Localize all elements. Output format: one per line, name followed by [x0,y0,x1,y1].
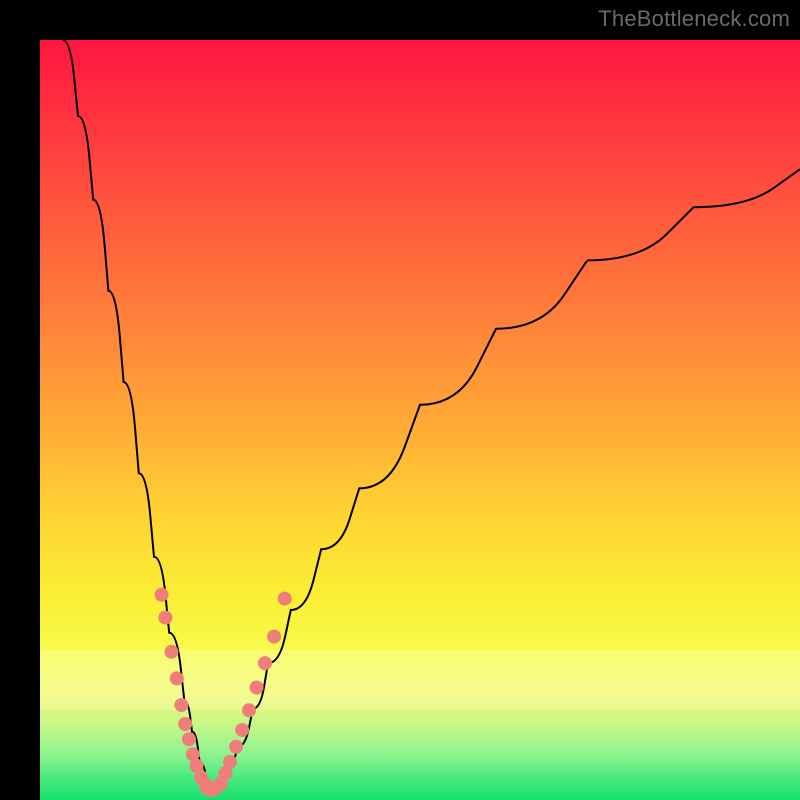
data-points-group [155,588,292,797]
plot-area [40,40,800,800]
data-point [250,681,264,695]
chart-svg [40,40,800,800]
data-point [258,656,272,670]
data-point [242,703,256,717]
data-point [165,645,179,659]
data-point [178,717,192,731]
frame-mask-left [0,0,40,800]
data-point [235,723,249,737]
data-point [278,592,292,606]
data-point [155,588,169,602]
frame-mask-top [0,0,800,40]
data-point [218,766,232,780]
highlight-band [40,650,800,710]
data-point [229,740,243,754]
data-point [214,776,228,790]
chart-frame: TheBottleneck.com [0,0,800,800]
data-point [200,782,214,796]
data-point [158,611,172,625]
data-point [170,671,184,685]
data-point [194,770,208,784]
data-point [209,781,223,795]
data-point [205,783,219,797]
data-point [186,747,200,761]
data-point [267,630,281,644]
data-point [182,732,196,746]
data-point [199,778,213,792]
data-point [223,755,237,769]
data-point [190,759,204,773]
bottleneck-curve [63,40,800,785]
data-point [174,698,188,712]
